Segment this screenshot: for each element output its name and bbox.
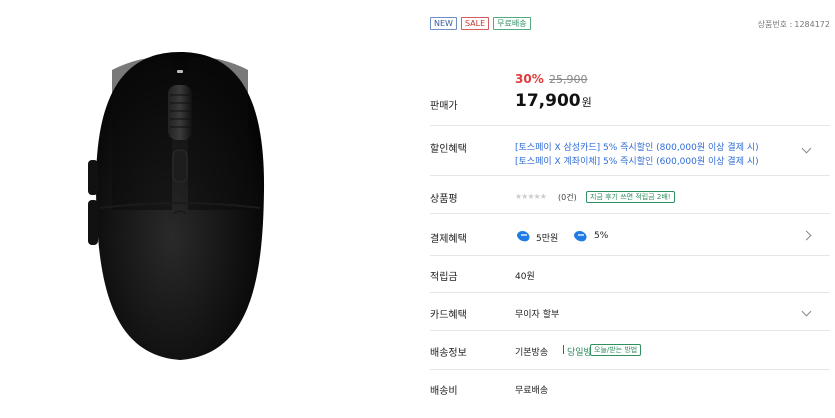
chevron-down-icon[interactable] [801, 143, 812, 154]
discount-rate: 30% [515, 72, 544, 86]
card-benefit-label: 카드혜택 [430, 310, 467, 321]
mouse-image [88, 52, 265, 360]
product-detail-page: NEW SALE 무료배송 상품번호 :1284172 30% 25,900 판… [0, 0, 835, 414]
divider [430, 255, 830, 256]
divider [430, 213, 830, 214]
review-label: 상품평 [430, 194, 458, 205]
divider [430, 330, 830, 331]
payment-benefit-label: 결제혜택 [430, 234, 467, 245]
sale-price-unit: 원 [581, 96, 592, 109]
sale-badge: SALE [460, 17, 490, 30]
review-tip-badge[interactable]: 지금 후기 쓰면 적립금 2배! [586, 191, 675, 203]
product-number-label: 상품번호 : [757, 20, 793, 29]
shipping-type: 기본방송 [515, 348, 549, 358]
product-number-value: 1284172 [794, 20, 830, 29]
chevron-down-icon[interactable] [801, 306, 812, 317]
shipping-fee-value: 무료배송 [515, 386, 549, 396]
new-badge: NEW [430, 17, 457, 30]
divider [430, 292, 830, 293]
toss-pay-icon [574, 231, 587, 242]
divider [430, 125, 830, 126]
shipping-tip-badge[interactable]: 오늘/받는 방법 [590, 344, 642, 356]
free-shipping-badge: 무료배송 [493, 17, 531, 30]
discount-line-1[interactable]: [토스페이 X 삼성카드] 5% 즉시할인 (800,000원 이상 결제 시) [515, 140, 759, 153]
toss-pay-icon [517, 231, 530, 242]
divider [430, 369, 830, 370]
shipping-info-label: 배송정보 [430, 348, 467, 359]
payment-benefit-2[interactable]: 5% [594, 231, 608, 241]
chevron-right-icon[interactable] [801, 230, 812, 241]
divider [430, 175, 830, 176]
sale-price: 17,900원 [515, 91, 592, 111]
points-value: 40원 [515, 272, 535, 282]
card-benefit-value: 무이자 할부 [515, 310, 560, 320]
points-label: 적립금 [430, 272, 458, 283]
discount-label: 할인혜택 [430, 144, 467, 155]
payment-benefit-1[interactable]: 5만원 [536, 231, 558, 244]
review-count[interactable]: (0건) [558, 192, 577, 203]
product-info: NEW SALE 무료배송 상품번호 :1284172 30% 25,900 판… [430, 0, 830, 414]
original-price: 25,900 [549, 73, 588, 86]
shipping-fee-label: 배송비 [430, 386, 458, 397]
product-image [0, 0, 360, 414]
rating-stars-icon: ★★★★★ [515, 192, 547, 201]
shipping-divider: | [562, 345, 566, 355]
badge-row: NEW SALE 무료배송 [430, 17, 531, 30]
discount-line-2[interactable]: [토스페이 X 계좌이체] 5% 즉시할인 (600,000원 이상 결제 시) [515, 154, 759, 167]
sale-price-label: 판매가 [430, 101, 458, 112]
product-number: 상품번호 :1284172 [756, 19, 830, 30]
sale-price-amount: 17,900 [515, 91, 581, 111]
